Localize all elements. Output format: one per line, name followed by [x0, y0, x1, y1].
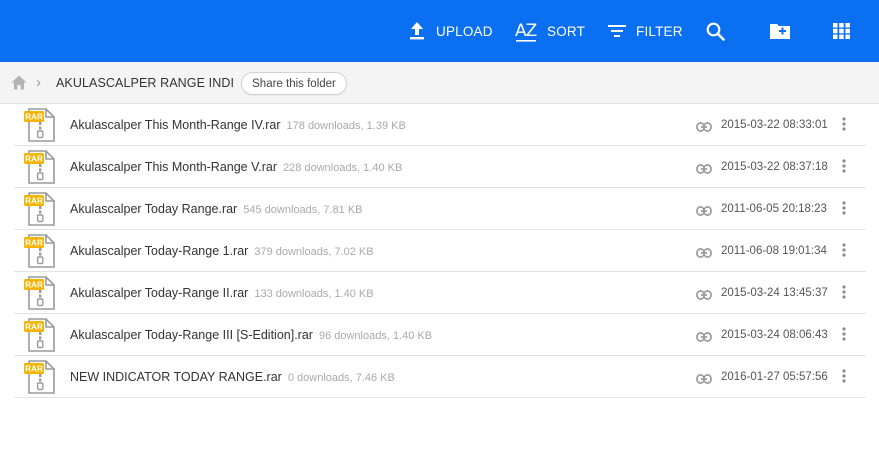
upload-icon — [408, 21, 426, 41]
file-name-link[interactable]: Akulascalper Today-Range II.rar 133 downl… — [70, 286, 374, 300]
link-icon[interactable] — [696, 161, 712, 179]
file-row[interactable]: RAR NEW INDICATOR TODAY RANGE.rar 0 downl… — [14, 356, 866, 398]
upload-label: UPLOAD — [436, 23, 493, 39]
filter-label: FILTER — [636, 23, 683, 39]
svg-text:RAR: RAR — [25, 113, 43, 122]
file-name-link[interactable]: Akulascalper Today Range.rar 545 download… — [70, 202, 363, 216]
breadcrumb-separator: › — [36, 74, 41, 91]
link-icon[interactable] — [696, 329, 712, 347]
file-name: Akulascalper This Month-Range IV.rar — [70, 118, 281, 132]
more-options-icon[interactable] — [842, 285, 846, 304]
file-row[interactable]: RAR Akulascalper This Month-Range IV.rar… — [14, 104, 866, 146]
svg-text:RAR: RAR — [25, 197, 43, 206]
file-date: 2015-03-24 13:45:37 — [721, 287, 828, 299]
file-meta: 96 downloads, 1.40 KB — [318, 330, 433, 342]
svg-text:RAR: RAR — [25, 365, 43, 374]
file-name-link[interactable]: Akulascalper This Month-Range V.rar 228 d… — [70, 160, 402, 174]
new-folder-button[interactable] — [769, 0, 791, 62]
file-name: Akulascalper This Month-Range V.rar — [70, 160, 278, 174]
file-name: Akulascalper Today-Range III [S-Edition]… — [70, 328, 313, 342]
rar-file-icon: RAR — [24, 360, 55, 394]
svg-text:RAR: RAR — [25, 281, 43, 290]
file-name: NEW INDICATOR TODAY RANGE.rar — [70, 370, 282, 384]
more-options-icon[interactable] — [842, 159, 846, 178]
file-meta: 228 downloads, 1.40 KB — [283, 162, 403, 174]
more-options-icon[interactable] — [842, 369, 846, 388]
file-row[interactable]: RAR Akulascalper Today-Range II.rar 133 d… — [14, 272, 866, 314]
file-date: 2015-03-22 08:33:01 — [721, 119, 828, 131]
file-date: 2015-03-22 08:37:18 — [721, 161, 828, 173]
file-row[interactable]: RAR Akulascalper Today-Range 1.rar 379 do… — [14, 230, 866, 272]
file-name-link[interactable]: Akulascalper Today-Range III [S-Edition]… — [70, 328, 432, 342]
rar-file-icon: RAR — [24, 276, 55, 310]
file-date: 2015-03-24 08:06:43 — [721, 329, 828, 341]
file-meta: 178 downloads, 1.39 KB — [286, 120, 406, 132]
file-date: 2016-01-27 05:57:56 — [721, 371, 828, 383]
file-name-link[interactable]: Akulascalper This Month-Range IV.rar 178 … — [70, 118, 406, 132]
sort-button[interactable]: AZ SORT — [515, 0, 585, 62]
home-icon[interactable] — [11, 75, 27, 95]
link-icon[interactable] — [696, 371, 712, 389]
filter-button[interactable]: FILTER — [608, 0, 683, 62]
sort-label: SORT — [547, 23, 586, 39]
search-button[interactable] — [706, 0, 725, 62]
folder-title: AKULASCALPER RANGE INDI — [56, 76, 235, 90]
new-folder-icon — [769, 22, 791, 40]
file-name: Akulascalper Today-Range 1.rar — [70, 244, 249, 258]
rar-file-icon: RAR — [24, 108, 55, 142]
link-icon[interactable] — [696, 245, 712, 263]
file-date: 2011-06-08 19:01:34 — [721, 245, 827, 257]
rar-file-icon: RAR — [24, 318, 55, 352]
svg-text:RAR: RAR — [25, 155, 43, 164]
more-options-icon[interactable] — [842, 117, 846, 136]
search-icon — [706, 22, 725, 41]
file-row[interactable]: RAR Akulascalper This Month-Range V.rar 2… — [14, 146, 866, 188]
svg-text:RAR: RAR — [25, 239, 43, 248]
file-name: Akulascalper Today Range.rar — [70, 202, 238, 216]
share-folder-button[interactable]: Share this folder — [241, 72, 347, 95]
file-meta: 133 downloads, 1.40 KB — [254, 288, 374, 300]
file-row[interactable]: RAR Akulascalper Today-Range III [S-Edit… — [14, 314, 866, 356]
link-icon[interactable] — [696, 119, 712, 137]
file-name: Akulascalper Today-Range II.rar — [70, 286, 249, 300]
file-list: RAR Akulascalper This Month-Range IV.rar… — [14, 104, 866, 398]
more-options-icon[interactable] — [842, 327, 846, 346]
more-options-icon[interactable] — [842, 201, 846, 220]
top-toolbar: UPLOAD AZ SORT FILTER — [0, 0, 879, 62]
rar-file-icon: RAR — [24, 192, 55, 226]
file-date: 2011-06-05 20:18:23 — [721, 203, 827, 215]
file-name-link[interactable]: Akulascalper Today-Range 1.rar 379 downlo… — [70, 244, 374, 258]
filter-icon — [608, 23, 626, 39]
file-row[interactable]: RAR Akulascalper Today Range.rar 545 down… — [14, 188, 866, 230]
file-meta: 379 downloads, 7.02 KB — [254, 246, 374, 258]
link-icon[interactable] — [696, 287, 712, 305]
sort-az-icon: AZ — [515, 20, 537, 42]
link-icon[interactable] — [696, 203, 712, 221]
rar-file-icon: RAR — [24, 234, 55, 268]
upload-button[interactable]: UPLOAD — [408, 0, 493, 62]
file-meta: 0 downloads, 7.46 KB — [287, 372, 395, 384]
file-meta: 545 downloads, 7.81 KB — [243, 204, 363, 216]
more-options-icon[interactable] — [842, 243, 846, 262]
grid-view-icon — [833, 23, 850, 39]
breadcrumb: › AKULASCALPER RANGE INDI Share this fol… — [0, 62, 879, 104]
svg-text:RAR: RAR — [25, 323, 43, 332]
rar-file-icon: RAR — [24, 150, 55, 184]
file-name-link[interactable]: NEW INDICATOR TODAY RANGE.rar 0 downloads… — [70, 370, 395, 384]
grid-view-button[interactable] — [833, 0, 850, 62]
